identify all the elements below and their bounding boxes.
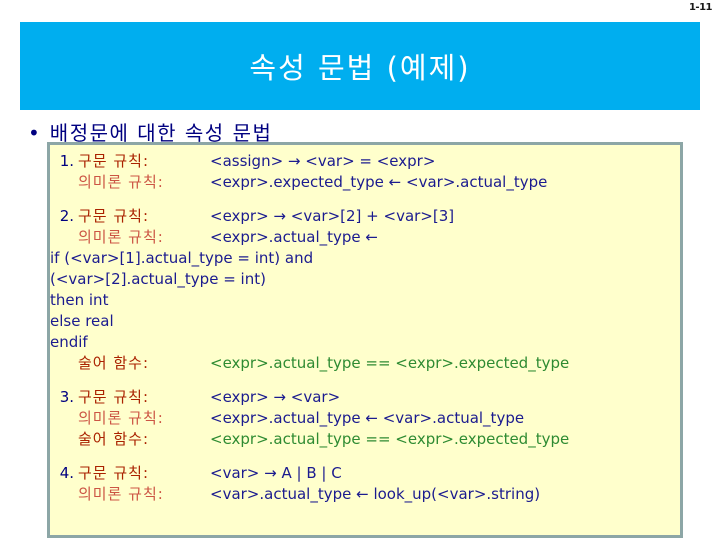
semantic-rule-line: 2.의미론 규칙: <expr>.actual_type ←: [50, 227, 680, 248]
rule-index: 2.: [59, 207, 74, 225]
bullet-point-icon: •: [28, 121, 40, 145]
semantic-rule-code: <expr>.expected_type ← <var>.actual_type: [210, 173, 548, 191]
rule-group: 2.구문 규칙:<expr> → <var>[2] + <var>[3]2.의미…: [50, 206, 680, 374]
semantic-rule-continuation-code: (<var>[2].actual_type = int): [50, 270, 266, 288]
rule-index: 3.: [59, 388, 74, 406]
syntax-rule-line: 1. 구문 규칙: <assign> → <var> = <expr>: [50, 151, 680, 172]
syntax-rule-line: 4. 구문 규칙: <var> → A | B | C: [50, 463, 680, 484]
semantic-rule-continuation-line: endif: [50, 332, 680, 353]
semantic-rule-continuation-line: then int: [50, 290, 680, 311]
predicate-function-code: <expr>.actual_type == <expr>.expected_ty…: [210, 354, 570, 372]
rule-index-spacer: 2.: [50, 353, 78, 374]
predicate-function-label: 술어 함수:: [78, 430, 150, 448]
semantic-rule-code: <expr>.actual_type ←: [210, 228, 378, 246]
semantic-rule-line: 4.의미론 규칙: <var>.actual_type ← look_up(<va…: [50, 484, 680, 505]
slide-number: 1-11: [688, 2, 713, 13]
rule-group: 1.구문 규칙: <assign> → <var> = <expr> 1.의미론 규…: [50, 151, 680, 193]
rule-index-spacer: 2.: [50, 227, 78, 248]
predicate-function-label: 술어 함수:: [78, 354, 150, 372]
semantic-rule-continuation-line: else real: [50, 311, 680, 332]
rule-index-spacer: 3.: [50, 429, 78, 450]
syntax-rule-line: 3. 구문 규칙: <expr> → <var>: [50, 387, 680, 408]
syntax-rule-code: <var> → A | B | C: [210, 464, 342, 482]
attribute-grammar-rules-panel: 1.구문 규칙:<assign> → <var> = <expr>1.의미론 규…: [47, 142, 683, 538]
syntax-rule-label: 구문 규칙:: [78, 152, 150, 170]
semantic-rule-code: <expr>.actual_type ← <var>.actual_type: [210, 409, 525, 427]
semantic-rule-continuation-line: (<var>[2].actual_type = int): [50, 269, 680, 290]
semantic-rule-label: 의미론 규칙:: [78, 173, 164, 191]
semantic-rule-continuation-line: if (<var>[1].actual_type = int) and: [50, 248, 680, 269]
predicate-function-line: 2.술어 함수: <expr>.actual_type == <expr>.exp…: [50, 353, 680, 374]
syntax-rule-label: 구문 규칙:: [78, 464, 150, 482]
rule-index: 1.: [59, 152, 74, 170]
predicate-function-line: 3.술어 함수: <expr>.actual_type == <expr>.exp…: [50, 429, 680, 450]
syntax-rule-code: <expr> → <var>: [210, 388, 341, 406]
semantic-rule-label: 의미론 규칙:: [78, 485, 164, 503]
syntax-rule-label: 구문 규칙:: [78, 207, 150, 225]
semantic-rule-continuation-code: if (<var>[1].actual_type = int) and: [50, 249, 314, 267]
rule-index-spacer: 1.: [50, 172, 78, 193]
syntax-rule-label: 구문 규칙:: [78, 388, 150, 406]
semantic-rule-code: <var>.actual_type ← look_up(<var>.string…: [210, 485, 541, 503]
syntax-rule-code: <expr> → <var>[2] + <var>[3]: [210, 207, 455, 225]
semantic-rule-continuation-code: endif: [50, 333, 88, 351]
semantic-rule-label: 의미론 규칙:: [78, 409, 164, 427]
semantic-rule-line: 1.의미론 규칙: <expr>.expected_type ← <var>.ac…: [50, 172, 680, 193]
semantic-rule-continuation-code: else real: [50, 312, 114, 330]
page-title: 속성 문법 (예제): [249, 51, 471, 85]
semantic-rule-line: 3.의미론 규칙: <expr>.actual_type ← <var>.actu…: [50, 408, 680, 429]
semantic-rule-label: 의미론 규칙:: [78, 228, 164, 246]
predicate-function-code: <expr>.actual_type == <expr>.expected_ty…: [210, 430, 570, 448]
rule-group: 3.구문 규칙:<expr> → <var>3.의미론 규칙:<expr>.ac…: [50, 387, 680, 450]
semantic-rule-continuation-code: then int: [50, 291, 109, 309]
rule-group: 4.구문 규칙: <var> → A | B | C 4.의미론 규칙: <var>.…: [50, 463, 680, 505]
rule-index: 4.: [59, 464, 74, 482]
rule-index-spacer: 3.: [50, 408, 78, 429]
title-band: 속성 문법 (예제): [20, 22, 700, 110]
syntax-rule-line: 2. 구문 규칙: <expr> → <var>[2] + <var>[3]: [50, 206, 680, 227]
rule-index-spacer: 4.: [50, 484, 78, 505]
syntax-rule-code: <assign> → <var> = <expr>: [210, 152, 436, 170]
